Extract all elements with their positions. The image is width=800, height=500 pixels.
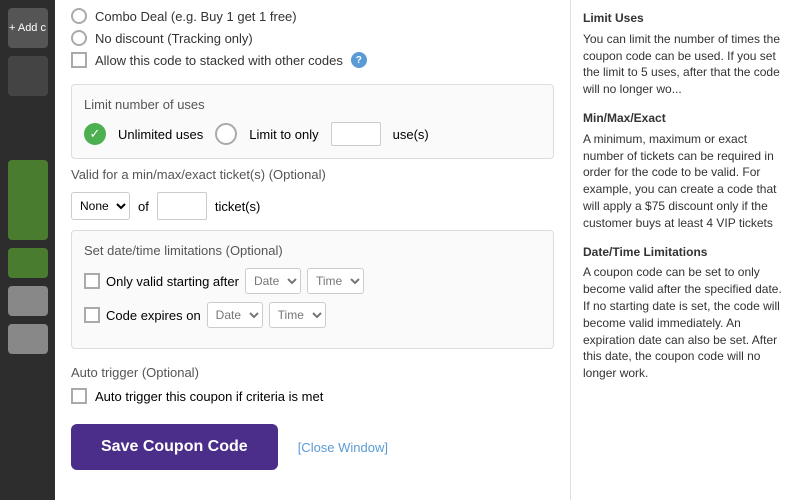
- info-panel: Limit Uses You can limit the number of t…: [570, 0, 800, 500]
- expires-checkbox[interactable]: [84, 307, 100, 323]
- auto-trigger-section: Auto trigger (Optional) Auto trigger thi…: [55, 357, 570, 412]
- stack-codes-checkbox[interactable]: [71, 52, 87, 68]
- start-date-checkbox[interactable]: [84, 273, 100, 289]
- limit-uses-title: Limit number of uses: [84, 97, 541, 112]
- sidebar-icon-2: [8, 286, 48, 316]
- auto-trigger-title: Auto trigger (Optional): [71, 365, 554, 380]
- limit-to-radio[interactable]: [215, 123, 237, 145]
- tickets-section-wrapper: Valid for a min/max/exact ticket(s) (Opt…: [55, 167, 570, 220]
- sidebar-icon-1[interactable]: [8, 56, 48, 96]
- add-button[interactable]: + Add c: [8, 8, 48, 48]
- main-content: Combo Deal (e.g. Buy 1 get 1 free) No di…: [55, 0, 800, 500]
- tickets-count-input[interactable]: [157, 192, 207, 220]
- form-panel: Combo Deal (e.g. Buy 1 get 1 free) No di…: [55, 0, 570, 500]
- limit-uses-info-title: Limit Uses: [583, 10, 788, 27]
- combo-deal-row: Combo Deal (e.g. Buy 1 get 1 free): [71, 8, 554, 24]
- auto-trigger-checkbox[interactable]: [71, 388, 87, 404]
- datetime-info-text: A coupon code can be set to only become …: [583, 264, 788, 382]
- tickets-suffix: ticket(s): [215, 199, 261, 214]
- combo-deal-label: Combo Deal (e.g. Buy 1 get 1 free): [95, 9, 297, 24]
- close-window-link[interactable]: [Close Window]: [298, 440, 388, 455]
- start-date-select[interactable]: Date: [245, 268, 301, 294]
- add-label: + Add c: [9, 22, 46, 34]
- auto-trigger-label: Auto trigger this coupon if criteria is …: [95, 389, 323, 404]
- of-label: of: [138, 199, 149, 214]
- limit-uses-row: Unlimited uses Limit to only use(s): [84, 122, 541, 146]
- start-date-label: Only valid starting after: [106, 274, 239, 289]
- datetime-info-title: Date/Time Limitations: [583, 244, 788, 261]
- left-sidebar: + Add c: [0, 0, 55, 500]
- no-discount-label: No discount (Tracking only): [95, 31, 253, 46]
- unlimited-radio-checked[interactable]: [84, 123, 106, 145]
- save-coupon-button[interactable]: Save Coupon Code: [71, 424, 278, 470]
- minmax-info: Min/Max/Exact A minimum, maximum or exac…: [583, 110, 788, 232]
- no-discount-row: No discount (Tracking only): [71, 30, 554, 46]
- datetime-title: Set date/time limitations (Optional): [84, 243, 541, 258]
- start-time-select[interactable]: Time: [307, 268, 364, 294]
- uses-suffix: use(s): [393, 127, 429, 142]
- minmax-info-text: A minimum, maximum or exact number of ti…: [583, 131, 788, 232]
- help-icon[interactable]: ?: [351, 52, 367, 68]
- tickets-row: None of ticket(s): [71, 192, 554, 220]
- limit-uses-info-text: You can limit the number of times the co…: [583, 31, 788, 98]
- unlimited-label: Unlimited uses: [118, 127, 203, 142]
- combo-deal-radio[interactable]: [71, 8, 87, 24]
- auto-trigger-row: Auto trigger this coupon if criteria is …: [71, 388, 554, 404]
- tickets-title: Valid for a min/max/exact ticket(s) (Opt…: [71, 167, 554, 182]
- sidebar-icon-3: [8, 324, 48, 354]
- green-banner-1: [8, 160, 48, 240]
- stack-codes-row: Allow this code to stacked with other co…: [71, 52, 554, 68]
- datetime-info: Date/Time Limitations A coupon code can …: [583, 244, 788, 382]
- limit-uses-section: Limit number of uses Unlimited uses Limi…: [71, 84, 554, 159]
- datetime-section: Set date/time limitations (Optional) Onl…: [71, 230, 554, 349]
- green-banner-2: [8, 248, 48, 278]
- expires-row: Code expires on Date Time: [84, 302, 541, 328]
- limit-uses-input[interactable]: [331, 122, 381, 146]
- limit-to-label: Limit to only: [249, 127, 318, 142]
- expires-label: Code expires on: [106, 308, 201, 323]
- expires-date-select[interactable]: Date: [207, 302, 263, 328]
- start-date-row: Only valid starting after Date Time: [84, 268, 541, 294]
- minmax-info-title: Min/Max/Exact: [583, 110, 788, 127]
- save-area: Save Coupon Code [Close Window]: [55, 412, 570, 486]
- no-discount-radio[interactable]: [71, 30, 87, 46]
- limit-uses-info: Limit Uses You can limit the number of t…: [583, 10, 788, 98]
- stack-codes-label: Allow this code to stacked with other co…: [95, 53, 343, 68]
- tickets-none-select[interactable]: None: [71, 192, 130, 220]
- discount-options: Combo Deal (e.g. Buy 1 get 1 free) No di…: [55, 0, 570, 76]
- expires-time-select[interactable]: Time: [269, 302, 326, 328]
